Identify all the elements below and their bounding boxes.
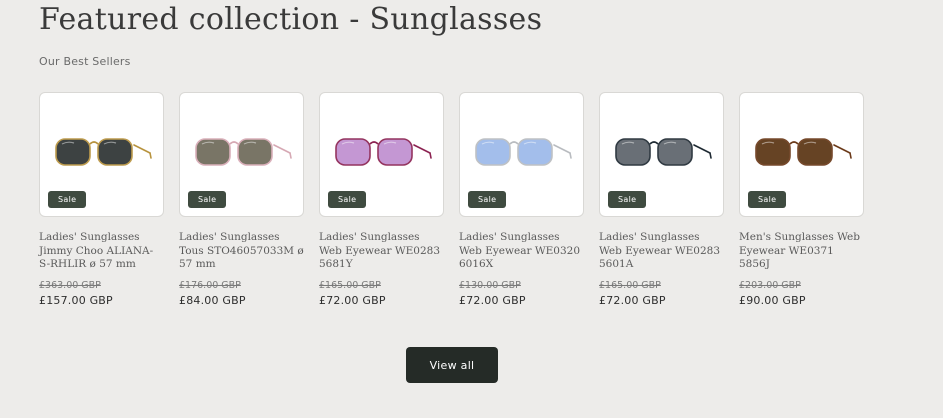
sale-badge: Sale — [468, 191, 507, 208]
product-title[interactable]: Ladies' Sunglasses Web Eyewear WE0283 56… — [319, 231, 444, 275]
product-card[interactable]: Sale Men's Sunglasses Web Eyewear WE0371… — [739, 92, 864, 307]
sunglasses-image — [195, 138, 292, 166]
product-image[interactable]: Sale — [459, 92, 584, 217]
product-grid: Sale Ladies' Sunglasses Jimmy Choo ALIAN… — [39, 92, 864, 307]
sunglasses-image — [55, 138, 152, 166]
product-image[interactable]: Sale — [739, 92, 864, 217]
product-card[interactable]: Sale Ladies' Sunglasses Web Eyewear WE02… — [599, 92, 724, 307]
product-title[interactable]: Ladies' Sunglasses Jimmy Choo ALIANA-S-R… — [39, 231, 164, 275]
sunglasses-image — [755, 138, 852, 166]
product-title[interactable]: Ladies' Sunglasses Web Eyewear WE0320 60… — [459, 231, 584, 275]
product-image[interactable]: Sale — [599, 92, 724, 217]
sale-price: £72.00 GBP — [459, 294, 526, 307]
product-card[interactable]: Sale Ladies' Sunglasses Web Eyewear WE02… — [319, 92, 444, 307]
product-card[interactable]: Sale Ladies' Sunglasses Jimmy Choo ALIAN… — [39, 92, 164, 307]
sale-badge: Sale — [748, 191, 787, 208]
sale-price: £72.00 GBP — [319, 294, 386, 307]
sale-price: £157.00 GBP — [39, 294, 113, 307]
sale-price: £90.00 GBP — [739, 294, 806, 307]
product-card[interactable]: Sale Ladies' Sunglasses Tous STO46057033… — [179, 92, 304, 307]
regular-price: £176.00 GBP — [179, 280, 241, 291]
sale-price: £84.00 GBP — [179, 294, 246, 307]
regular-price: £165.00 GBP — [599, 280, 661, 291]
product-card[interactable]: Sale Ladies' Sunglasses Web Eyewear WE03… — [459, 92, 584, 307]
sale-badge: Sale — [48, 191, 87, 208]
product-image[interactable]: Sale — [39, 92, 164, 217]
product-title[interactable]: Ladies' Sunglasses Tous STO46057033M ø 5… — [179, 231, 304, 275]
section-title: Featured collection - Sunglasses — [39, 2, 543, 37]
sale-badge: Sale — [608, 191, 647, 208]
product-title[interactable]: Ladies' Sunglasses Web Eyewear WE0283 56… — [599, 231, 724, 275]
sale-badge: Sale — [188, 191, 227, 208]
regular-price: £165.00 GBP — [319, 280, 381, 291]
sunglasses-image — [335, 138, 432, 166]
product-title[interactable]: Men's Sunglasses Web Eyewear WE0371 5856… — [739, 231, 864, 275]
regular-price: £363.00 GBP — [39, 280, 101, 291]
sunglasses-image — [615, 138, 712, 166]
sale-price: £72.00 GBP — [599, 294, 666, 307]
section-subtitle: Our Best Sellers — [39, 55, 131, 68]
sunglasses-image — [475, 138, 572, 166]
regular-price: £130.00 GBP — [459, 280, 521, 291]
product-image[interactable]: Sale — [179, 92, 304, 217]
regular-price: £203.00 GBP — [739, 280, 801, 291]
view-all-button[interactable]: View all — [406, 347, 498, 383]
sale-badge: Sale — [328, 191, 367, 208]
product-image[interactable]: Sale — [319, 92, 444, 217]
